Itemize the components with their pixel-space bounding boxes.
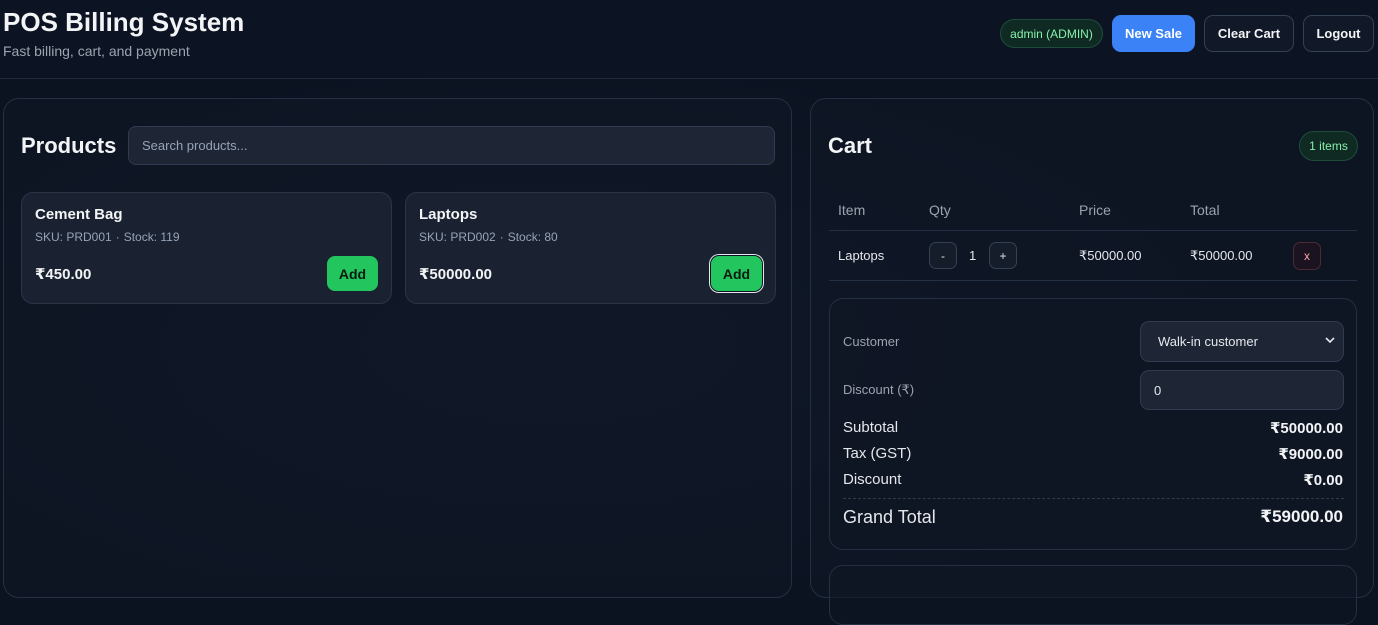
column-header-price: Price (1079, 202, 1111, 218)
cart-item-name: Laptops (838, 248, 885, 263)
product-meta: SKU: PRD001 · Stock: 119 (35, 230, 180, 244)
cart-table-header: Item Qty Price Total (829, 187, 1357, 231)
cart-row: Laptops - 1 + ₹50000.00 ₹50000.00 x (829, 231, 1357, 281)
product-name: Laptops (419, 206, 478, 223)
search-input[interactable] (128, 126, 775, 165)
discount-row-label: Discount (843, 471, 902, 488)
clear-cart-button[interactable]: Clear Cart (1204, 15, 1294, 52)
discount-input[interactable] (1140, 370, 1344, 410)
user-badge: admin (ADMIN) (1000, 19, 1103, 48)
subtotal-value: ₹50000.00 (1269, 420, 1343, 437)
cart-heading: Cart (828, 133, 873, 158)
cart-item-total: ₹50000.00 (1190, 248, 1253, 263)
subtotal-label: Subtotal (843, 419, 899, 436)
discount-label: Discount (₹) (843, 382, 915, 397)
checkout-summary: Customer Walk-in customer Discount (₹) S… (829, 298, 1357, 550)
decrement-qty-button[interactable]: - (929, 242, 957, 269)
column-header-item: Item (838, 202, 866, 218)
tax-value: ₹9000.00 (1278, 446, 1343, 463)
product-name: Cement Bag (35, 206, 123, 223)
column-header-total: Total (1190, 202, 1220, 218)
new-sale-button[interactable]: New Sale (1112, 15, 1195, 52)
cart-items-badge: 1 items (1299, 131, 1358, 161)
payment-section (829, 565, 1357, 625)
increment-qty-button[interactable]: + (989, 242, 1017, 269)
grand-total-value: ₹59000.00 (1260, 507, 1343, 526)
cart-item-price: ₹50000.00 (1079, 248, 1142, 263)
cart-panel: Cart 1 items Item Qty Price Total Laptop… (810, 98, 1374, 625)
customer-select[interactable]: Walk-in customer (1140, 321, 1344, 362)
product-sku: SKU: PRD001 (35, 230, 112, 244)
product-price: ₹450.00 (35, 266, 92, 283)
app-subtitle: Fast billing, cart, and payment (3, 43, 190, 59)
product-price: ₹50000.00 (419, 266, 493, 283)
products-heading: Products (21, 133, 117, 158)
add-to-cart-button[interactable]: Add (327, 256, 378, 291)
tax-label: Tax (GST) (843, 445, 912, 462)
customer-label: Customer (843, 334, 900, 349)
chevron-down-icon (1325, 337, 1335, 344)
product-meta: SKU: PRD002 · Stock: 80 (419, 230, 558, 244)
product-stock: Stock: 119 (123, 230, 180, 244)
discount-row-value: ₹0.00 (1303, 472, 1343, 489)
column-header-qty: Qty (929, 202, 951, 218)
app-title: POS Billing System (3, 7, 245, 37)
add-to-cart-button[interactable]: Add (711, 256, 762, 291)
product-sku: SKU: PRD002 (419, 230, 496, 244)
top-header: POS Billing System Fast billing, cart, a… (0, 0, 1378, 79)
products-panel: Products Cement Bag SKU: PRD001·Stock: 1… (3, 98, 792, 598)
grand-total-label: Grand Total (843, 507, 936, 527)
logout-button[interactable]: Logout (1303, 15, 1374, 52)
remove-item-button[interactable]: x (1293, 242, 1321, 270)
customer-select-value: Walk-in customer (1158, 334, 1258, 349)
product-stock: Stock: 80 (507, 230, 558, 244)
summary-divider (843, 498, 1344, 499)
product-card: Cement Bag SKU: PRD001 · Stock: 119 ₹450.0… (21, 192, 392, 304)
product-card: Laptops SKU: PRD002 · Stock: 80 ₹50000.00 … (405, 192, 776, 304)
cart-item-qty: 1 (969, 248, 977, 263)
